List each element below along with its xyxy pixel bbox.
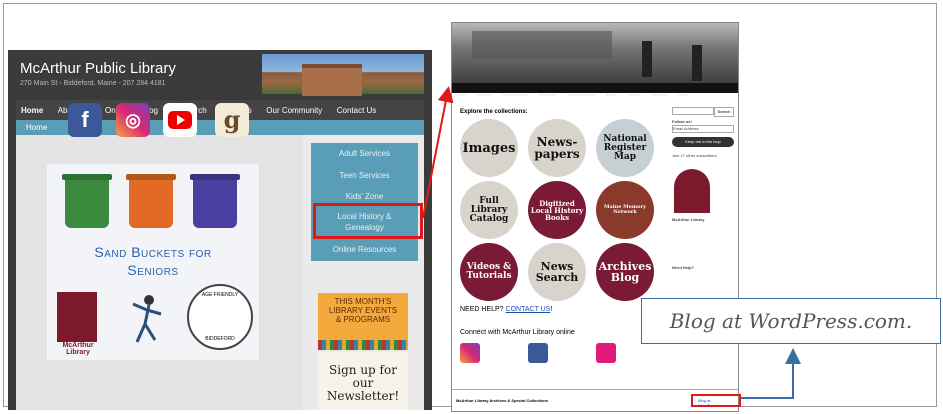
green-bucket-icon (65, 178, 109, 228)
instagram-icon[interactable]: ◎ (116, 103, 150, 137)
wp-nav-home[interactable]: Home (452, 90, 469, 100)
events-line2: LIBRARY EVENTS (328, 306, 398, 315)
nav-home[interactable]: Home (16, 101, 48, 121)
flickr-icon[interactable] (596, 343, 616, 363)
site-header: McArthur Public Library 270 Main St - Bi… (8, 50, 432, 96)
sidebar-need-help: Need Help? (672, 265, 695, 270)
wordpress-link-highlight (691, 394, 741, 407)
explore-heading: Explore the collections: (460, 109, 528, 115)
newsletter-text: Sign up for our Newsletter! (318, 364, 408, 403)
contact-us-link[interactable]: CONTACT US (506, 306, 551, 313)
age-friendly-bottom: BIDDEFORD (205, 336, 235, 342)
nav-our-community[interactable]: Our Community (261, 101, 327, 121)
blog-search-input[interactable] (672, 107, 714, 115)
goodreads-icon[interactable]: g (215, 103, 249, 137)
email-field[interactable]: Email Address (672, 125, 734, 133)
circle-archives-blog[interactable]: Archives Blog (596, 243, 654, 301)
wp-nav-obituaries[interactable]: Obituaries (535, 90, 559, 100)
wp-nav-links[interactable]: Links (675, 90, 690, 100)
menu-kids-zone[interactable]: Kids' Zone (311, 192, 418, 201)
circle-news-search[interactable]: News Search (528, 243, 586, 301)
wp-nav-names-places[interactable]: Names-Places (499, 90, 531, 100)
library-crest-icon (674, 169, 710, 213)
instagram-icon[interactable] (460, 343, 480, 363)
circle-full-library-catalog[interactable]: Full Library Catalog (460, 181, 518, 239)
newsletter-line3: Newsletter! (326, 389, 400, 403)
events-line3: & PROGRAMS (335, 315, 391, 324)
library-logo-icon (57, 292, 97, 342)
circle-images[interactable]: Images (460, 119, 518, 177)
wp-nav-archives[interactable]: Archives (473, 90, 494, 100)
library-logo-text: McArthur Library (62, 342, 94, 356)
need-help-punct: ! (550, 306, 553, 313)
hero-figure (692, 45, 702, 81)
orange-bucket-icon (129, 178, 173, 228)
hero-bridge (472, 31, 612, 59)
site-address: 270 Main St - Biddeford, Maine - 207 284… (20, 80, 166, 87)
sand-buckets-banner[interactable]: Sand Buckets for Seniors McArthur Librar… (47, 164, 259, 360)
facebook-icon[interactable] (528, 343, 548, 363)
circle-digitized-books[interactable]: Digitized Local History Books (528, 181, 586, 239)
wp-nav-books[interactable]: Books (603, 90, 620, 100)
events-line1: THIS MONTH'S (334, 297, 392, 306)
blog-search-button[interactable]: Search (714, 107, 734, 117)
site-title[interactable]: McArthur Public Library (20, 60, 176, 77)
menu-online-resources[interactable]: Online Resources (311, 245, 418, 254)
local-history-highlight (313, 203, 423, 239)
hero-figure (642, 41, 652, 77)
services-menu: Adult Services Teen Services Kids' Zone … (311, 143, 418, 261)
youtube-icon[interactable] (163, 103, 197, 137)
circle-newspapers[interactable]: News-papers (528, 119, 586, 177)
age-friendly-top: AGE FRIENDLY (201, 292, 239, 298)
facebook-icon[interactable]: f (68, 103, 102, 137)
callout-text: Blog at WordPress.com. (669, 309, 913, 333)
subscriber-count: Join 17 other subscribers (672, 153, 717, 158)
archives-hero-image (452, 23, 738, 83)
need-help-label: NEED HELP? (460, 306, 504, 313)
sidebar-library-name: McArthur Library (672, 217, 705, 222)
follow-heading: Follow us! (672, 119, 692, 124)
wordpress-callout: Blog at WordPress.com. (641, 298, 941, 344)
banner-title-line1: Sand Buckets for (94, 244, 212, 260)
books-strip (318, 340, 408, 350)
menu-adult-services[interactable]: Adult Services (311, 149, 418, 158)
archives-nav: Home Archives Names-Places Obituaries Ot… (452, 83, 738, 97)
youtube-play-icon (168, 111, 192, 129)
skater-figure-icon (132, 295, 162, 343)
circle-national-register-map[interactable]: National Register Map (596, 119, 654, 177)
library-building-photo (262, 54, 424, 96)
circle-maine-memory[interactable]: Maine Memory Network (596, 181, 654, 239)
wp-nav-other-research[interactable]: Other Research (564, 90, 598, 100)
footer-site-name: McArthur Library Archives & Special Coll… (456, 398, 549, 403)
nav-contact-us[interactable]: Contact Us (332, 101, 382, 121)
connect-heading: Connect with McArthur Library online (460, 329, 575, 336)
events-banner-text: THIS MONTH'S LIBRARY EVENTS & PROGRAMS (318, 297, 408, 324)
breadcrumb-home[interactable]: Home (16, 123, 47, 132)
subscribe-button[interactable]: Keep me in the loop (672, 137, 734, 147)
archives-blog-screenshot: Home Archives Names-Places Obituaries Ot… (451, 22, 739, 412)
wp-nav-about-us[interactable]: About Us (648, 90, 670, 100)
banner-title-line2: Seniors (127, 262, 179, 278)
wp-nav-images[interactable]: Images (624, 90, 643, 100)
blue-bucket-icon (193, 178, 237, 228)
circle-videos-tutorials[interactable]: Videos & Tutorials (460, 243, 518, 301)
menu-teen-services[interactable]: Teen Services (311, 171, 418, 180)
age-friendly-badge: AGE FRIENDLY BIDDEFORD (187, 284, 253, 350)
newsletter-banner[interactable]: Sign up for our Newsletter! (318, 352, 408, 410)
need-help-line: NEED HELP? CONTACT US! (460, 306, 552, 313)
